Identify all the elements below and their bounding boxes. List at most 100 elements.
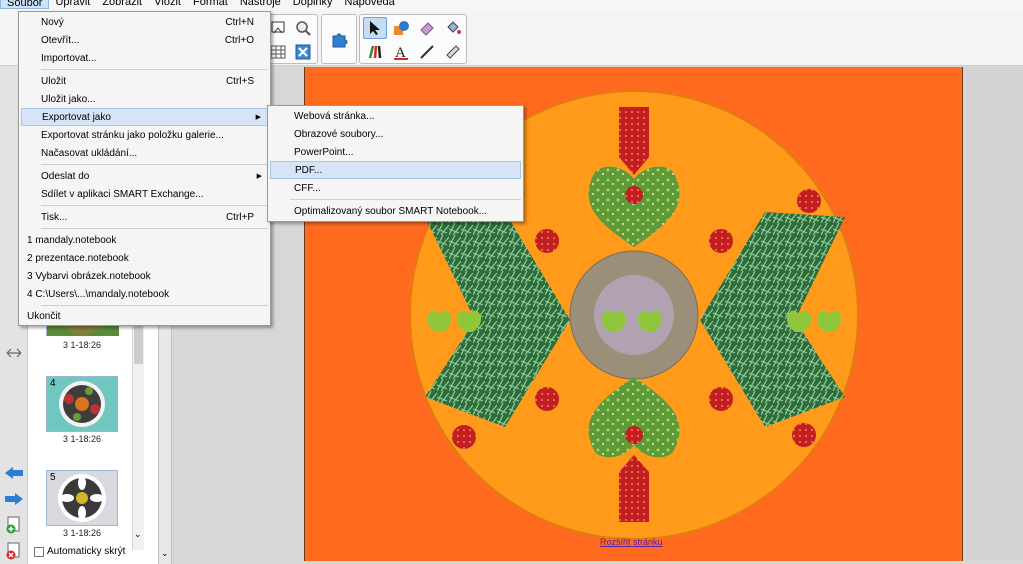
export-pdf[interactable]: PDF... (270, 161, 521, 179)
menu-item-label: 1 mandaly.notebook (27, 234, 117, 246)
export-cff[interactable]: CFF... (270, 179, 521, 197)
menu-item-label: Importovat... (41, 52, 97, 64)
menu-item-save[interactable]: Uložit Ctrl+S (21, 72, 268, 90)
menu-doplnky[interactable]: Doplňky (287, 0, 339, 9)
menu-nastroje[interactable]: Nástroje (234, 0, 287, 9)
cursor-arrow-icon (370, 21, 380, 35)
menu-separator (41, 205, 268, 206)
autohide-label: Automaticky skrýt (47, 546, 126, 557)
menu-item-label: Webová stránka... (294, 110, 375, 122)
select-tool-button[interactable] (363, 17, 387, 39)
submenu-arrow-icon: ▶ (255, 114, 261, 121)
menu-item-save-as[interactable]: Uložit jako... (21, 90, 268, 108)
export-optimized-notebook[interactable]: Optimalizovaný soubor SMART Notebook... (270, 202, 521, 220)
toolbar-group-tools: A (359, 14, 467, 64)
menu-item-new[interactable]: Nový Ctrl+N (21, 13, 268, 31)
menu-item-share-exchange[interactable]: Sdílet v aplikaci SMART Exchange... (21, 185, 268, 203)
resize-panel-handle[interactable] (4, 344, 24, 362)
paint-bucket-icon (447, 21, 461, 34)
menu-item-shortcut: Ctrl+S (225, 75, 254, 87)
menu-item-recent-2[interactable]: 2 prezentace.notebook (21, 249, 268, 267)
menu-item-label: Tisk... (41, 211, 68, 223)
menu-item-print[interactable]: Tisk... Ctrl+P (21, 208, 268, 226)
menu-item-label: Odeslat do (41, 170, 90, 182)
screen-shade-icon (271, 21, 285, 34)
line-tool-button[interactable] (415, 41, 439, 63)
menu-item-label: Otevřít... (41, 34, 80, 46)
magnifier-button[interactable] (291, 17, 315, 39)
shapes-tool-button[interactable] (389, 17, 413, 39)
shapes-icon (394, 21, 409, 35)
menu-separator (290, 199, 521, 200)
menu-format[interactable]: Formát (187, 0, 234, 9)
eraser-tool-button[interactable] (415, 17, 439, 39)
export-webpage[interactable]: Webová stránka... (270, 107, 521, 125)
autohide-checkbox[interactable] (34, 546, 44, 557)
text-tool-button[interactable]: A (389, 41, 413, 63)
menu-item-label: Obrazové soubory... (294, 128, 384, 140)
export-submenu: Webová stránka... Obrazové soubory... Po… (267, 105, 524, 222)
arrow-right-icon (5, 493, 23, 505)
menu-item-label: 2 prezentace.notebook (27, 252, 129, 264)
add-page-button[interactable] (4, 516, 24, 534)
page-number: 4 (50, 378, 56, 389)
menu-item-timed-save[interactable]: Načasovat ukládání... (21, 144, 268, 162)
magic-pen-icon (446, 45, 460, 59)
magnifier-icon (296, 21, 311, 36)
page-thumbnail-5[interactable]: 5 (46, 470, 118, 526)
page-number: 5 (50, 472, 56, 483)
pens-icon (368, 45, 382, 59)
addons-button[interactable] (327, 28, 351, 50)
pens-tool-button[interactable] (363, 41, 387, 63)
menu-zobrazit[interactable]: Zobrazit (96, 0, 148, 9)
menu-item-label: Sdílet v aplikaci SMART Exchange... (41, 188, 204, 200)
horizontal-resize-icon (6, 348, 22, 358)
scroll-down-icon[interactable]: ⌄ (134, 529, 142, 540)
menu-item-label: Optimalizovaný soubor SMART Notebook... (294, 205, 488, 217)
export-powerpoint[interactable]: PowerPoint... (270, 143, 521, 161)
menu-item-label: Ukončit (27, 310, 61, 322)
next-page-button[interactable] (4, 490, 24, 508)
eraser-icon (420, 22, 434, 36)
chevron-down-icon[interactable]: ⌄ (161, 548, 169, 559)
menu-vlozit[interactable]: Vložit (148, 0, 187, 9)
menu-napoveda[interactable]: Nápověda (339, 0, 401, 9)
menu-separator (41, 69, 268, 70)
menu-item-label: CFF... (294, 182, 321, 194)
menu-item-label: Exportovat jako (42, 111, 111, 123)
export-images[interactable]: Obrazové soubory... (270, 125, 521, 143)
expand-page-link[interactable]: Rozšířit stránku (600, 537, 663, 547)
file-menu: Nový Ctrl+N Otevřít... Ctrl+O Importovat… (18, 11, 271, 326)
toolbar-group-addons (321, 14, 357, 64)
delete-button[interactable] (291, 41, 315, 63)
menu-item-send-to[interactable]: Odeslat do ▶ (21, 167, 268, 185)
menu-item-recent-3[interactable]: 3 Vybarvi obrázek.notebook (21, 267, 268, 285)
menu-separator (41, 228, 268, 229)
delete-page-button[interactable] (4, 542, 24, 560)
menu-item-label: PowerPoint... (294, 146, 354, 158)
menu-item-recent-1[interactable]: 1 mandaly.notebook (21, 231, 268, 249)
autohide-option[interactable]: Automaticky skrýt (34, 546, 125, 557)
menu-item-label: PDF... (295, 164, 323, 176)
menu-item-label: Uložit (41, 75, 67, 87)
menu-upravit[interactable]: Upravit (49, 0, 96, 9)
menu-item-label: Načasovat ukládání... (41, 147, 138, 159)
menu-item-recent-4[interactable]: 4 C:\Users\...\mandaly.notebook (21, 285, 268, 303)
menu-item-exit[interactable]: Ukončit (21, 307, 268, 325)
menu-separator (41, 305, 268, 306)
puzzle-icon (332, 33, 348, 48)
magic-pen-tool-button[interactable] (441, 41, 465, 63)
previous-page-button[interactable] (4, 464, 24, 482)
add-page-icon (6, 516, 20, 534)
menu-soubor[interactable]: Soubor (0, 0, 50, 9)
menu-item-import[interactable]: Importovat... (21, 49, 268, 67)
submenu-arrow-icon: ▶ (256, 173, 262, 180)
menu-item-open[interactable]: Otevřít... Ctrl+O (21, 31, 268, 49)
menu-item-label: Nový (41, 16, 64, 28)
line-icon (420, 45, 434, 59)
menubar: Soubor Upravit Zobrazit Vložit Formát Ná… (0, 0, 1023, 11)
menu-item-export-gallery[interactable]: Exportovat stránku jako položku galerie.… (21, 126, 268, 144)
menu-item-export-as[interactable]: Exportovat jako ▶ (21, 108, 268, 126)
page-thumbnail-4[interactable]: 4 (46, 376, 118, 432)
fill-tool-button[interactable] (441, 17, 465, 39)
